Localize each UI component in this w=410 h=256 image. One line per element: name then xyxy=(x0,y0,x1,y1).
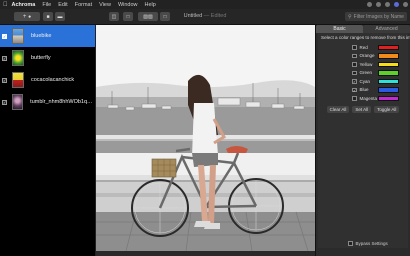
menu-window[interactable]: Window xyxy=(118,2,138,8)
color-label: Orange xyxy=(359,53,375,59)
edited-indicator: — Edited xyxy=(203,13,227,19)
yellow-swatch[interactable] xyxy=(377,61,399,67)
list-item[interactable]: ✓ bluebike xyxy=(0,25,95,47)
apple-menu-icon[interactable]:  xyxy=(3,2,8,8)
include-checkbox[interactable]: ✓ xyxy=(2,99,7,105)
user-status-icon[interactable] xyxy=(394,2,399,7)
search-icon: ⚲ xyxy=(348,13,352,20)
color-settings: Select a color ranges to remove from thi… xyxy=(318,33,410,248)
blue-swatch[interactable] xyxy=(377,87,399,93)
bypass-label: Bypass Settings xyxy=(355,241,388,246)
magenta-checkbox[interactable] xyxy=(352,96,357,101)
search-input[interactable]: ⚲ Filter Images by Name xyxy=(345,12,407,21)
status-icons xyxy=(367,0,408,9)
search-status-icon[interactable] xyxy=(385,2,390,7)
item-label: butterfly xyxy=(31,55,51,61)
red-swatch[interactable] xyxy=(377,44,399,50)
tab-advanced[interactable]: Advanced xyxy=(363,25,410,33)
color-label: Green xyxy=(359,70,373,76)
thumbnail-cocacolacanchick xyxy=(12,72,24,88)
color-label: Cyan xyxy=(359,78,371,84)
panel-tabs: Basic Advanced xyxy=(316,25,410,33)
green-checkbox[interactable] xyxy=(352,70,357,75)
orange-checkbox[interactable] xyxy=(352,53,357,58)
bypass-settings[interactable]: Bypass Settings xyxy=(348,241,388,246)
menu-view[interactable]: View xyxy=(99,2,111,8)
menu-edit[interactable]: Edit xyxy=(58,2,67,8)
menu-bar:  Achroma File Edit Format View Window H… xyxy=(0,0,410,9)
cyan-swatch[interactable] xyxy=(377,78,399,84)
color-row-blue: ✓ Blue xyxy=(318,86,408,95)
color-row-yellow: Yellow xyxy=(318,60,408,69)
list-item[interactable]: ✓ butterfly xyxy=(0,47,95,69)
orange-swatch[interactable] xyxy=(377,53,399,59)
app-menu[interactable]: Achroma xyxy=(12,2,36,8)
set-all-button[interactable]: Set All xyxy=(352,105,372,113)
color-label: Red xyxy=(359,44,368,50)
cyan-checkbox[interactable]: ✓ xyxy=(352,79,357,84)
include-checkbox[interactable]: ✓ xyxy=(2,33,7,39)
image-list: ✓ bluebike ✓ butterfly ✓ cocacolacanchic… xyxy=(0,25,96,256)
menu-file[interactable]: File xyxy=(42,2,51,8)
color-label: Magenta xyxy=(359,95,378,101)
image-preview xyxy=(96,25,315,251)
menu-help[interactable]: Help xyxy=(145,2,156,8)
toolbar: + ● ■ ▬ ◫ □ ▧▧ □ Untitled — Edited ⚲ Fil… xyxy=(0,9,410,25)
item-label: tumblr_nhm8hhWOb1qahe... xyxy=(30,99,95,105)
menu-format[interactable]: Format xyxy=(75,2,92,8)
color-label: Blue xyxy=(359,87,369,93)
status-icon[interactable] xyxy=(367,2,372,7)
color-row-red: Red xyxy=(318,43,408,52)
bike-photo xyxy=(96,25,315,251)
item-label: bluebike xyxy=(31,33,52,39)
toggle-all-button[interactable]: Toggle All xyxy=(374,105,400,113)
settings-panel: Basic Advanced Select a color ranges to … xyxy=(315,25,410,256)
status-icon[interactable] xyxy=(376,2,381,7)
include-checkbox[interactable]: ✓ xyxy=(2,77,7,83)
color-row-cyan: ✓ Cyan xyxy=(318,77,408,86)
menu-list-icon[interactable] xyxy=(403,2,408,7)
list-item[interactable]: ✓ tumblr_nhm8hhWOb1qahe... xyxy=(0,91,95,113)
color-row-magenta: Magenta xyxy=(318,94,408,103)
thumbnail-bluebike xyxy=(12,28,24,44)
red-checkbox[interactable] xyxy=(352,45,357,50)
blue-checkbox[interactable]: ✓ xyxy=(352,87,357,92)
list-item[interactable]: ✓ cocacolacanchick xyxy=(0,69,95,91)
color-prompt: Select a color ranges to remove from thi… xyxy=(321,35,410,40)
thumbnail-tumblr xyxy=(12,94,24,110)
item-label: cocacolacanchick xyxy=(31,77,75,83)
selection-buttons: Clear All Set All Toggle All xyxy=(318,105,408,113)
search-placeholder: Filter Images by Name xyxy=(353,13,404,20)
document-title: Untitled xyxy=(183,13,203,19)
green-swatch[interactable] xyxy=(377,70,399,76)
color-row-orange: Orange xyxy=(318,52,408,61)
canvas-status-bar xyxy=(96,251,315,256)
tab-basic[interactable]: Basic xyxy=(316,25,363,33)
include-checkbox[interactable]: ✓ xyxy=(2,55,7,61)
color-row-green: Green xyxy=(318,69,408,78)
clear-all-button[interactable]: Clear All xyxy=(326,105,350,113)
bypass-checkbox[interactable] xyxy=(348,241,353,246)
yellow-checkbox[interactable] xyxy=(352,62,357,67)
color-label: Yellow xyxy=(359,61,373,67)
magenta-swatch[interactable] xyxy=(377,95,399,101)
thumbnail-butterfly xyxy=(12,50,24,66)
